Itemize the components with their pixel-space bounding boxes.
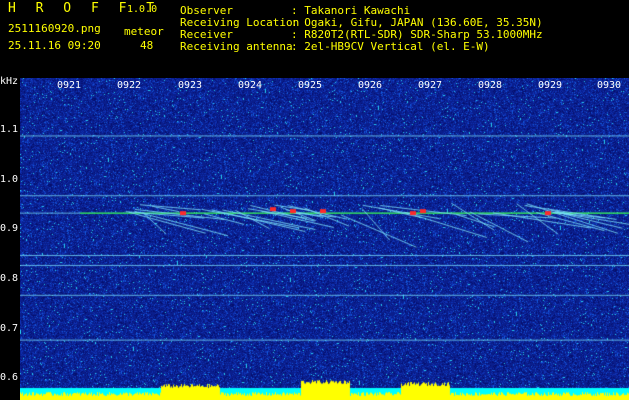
y-tick-label: 0.6: [0, 372, 19, 383]
y-axis: kHz 1.1 1.0 0.9 0.8 0.7 0.6: [0, 74, 20, 400]
datetime: 25.11.16 09:20: [8, 39, 101, 52]
filename: 2511160920.png: [8, 22, 101, 35]
x-tick-label: 0928: [478, 80, 503, 91]
header-panel: H R O F F T 1.0.0 2511160920.png meteor …: [0, 0, 629, 74]
app-version: 1.0.0: [127, 4, 158, 15]
meteor-count: 48: [140, 39, 154, 52]
x-tick-label: 0926: [358, 80, 383, 91]
antenna-label: Receiving antenna: [180, 40, 293, 53]
x-tick-label: 0921: [57, 80, 82, 91]
x-tick-label: 0922: [117, 80, 142, 91]
y-tick-label: 1.0: [0, 174, 19, 185]
x-tick-label: 0925: [298, 80, 323, 91]
antenna-value: : 2el-HB9CV Vertical (el. E-W): [291, 40, 490, 53]
meteor-label: meteor: [124, 25, 164, 38]
x-tick-label: 0930: [597, 80, 622, 91]
x-tick-label: 0923: [178, 80, 203, 91]
y-tick-label: 0.9: [0, 223, 19, 234]
y-tick-label: 0.7: [0, 323, 19, 334]
y-tick-label: 1.1: [0, 124, 19, 135]
x-tick-label: 0927: [418, 80, 443, 91]
y-tick-label: 0.8: [0, 273, 19, 284]
x-tick-label: 0929: [538, 80, 563, 91]
x-tick-label: 0924: [238, 80, 263, 91]
spectrogram-canvas: [20, 78, 629, 400]
y-axis-unit: kHz: [0, 76, 19, 87]
